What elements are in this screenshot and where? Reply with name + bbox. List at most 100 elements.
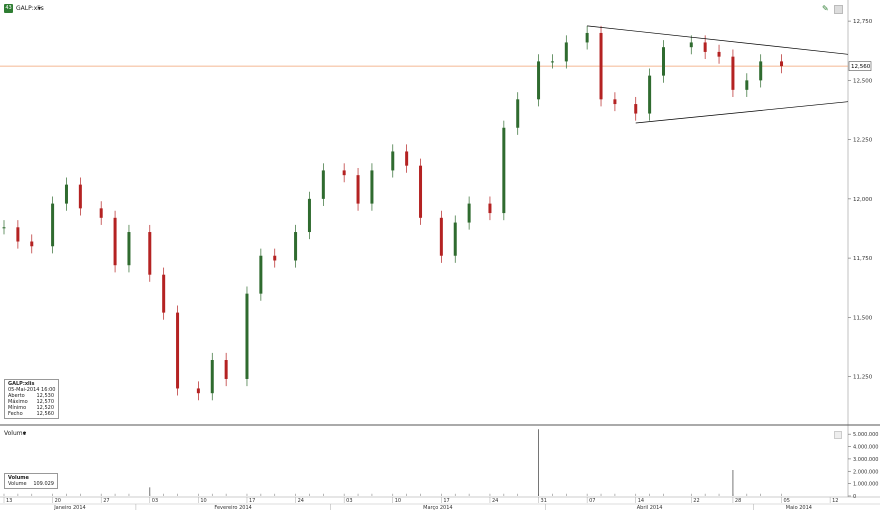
y-tick-label: 12,250 xyxy=(853,138,873,144)
candle-body xyxy=(176,312,180,389)
candle-body xyxy=(162,274,166,313)
candle-body xyxy=(634,104,638,114)
volume-y-tick-label: 4.000.000 xyxy=(853,445,878,451)
candle-body xyxy=(245,293,249,379)
candle-body xyxy=(391,151,395,171)
volume-y-tick-label: 5.000.000 xyxy=(853,432,878,438)
month-label: Maio 2014 xyxy=(786,505,812,510)
symbol-icon-badge: 43 xyxy=(5,5,12,11)
chart-window: 12,750 12,500 12,250 12,000 11,750 11,500 11,2… xyxy=(0,0,880,510)
symbol-dropdown-icon[interactable]: ▾ xyxy=(38,5,41,12)
candle-body xyxy=(210,360,214,394)
candle-body xyxy=(537,61,541,100)
candle-body xyxy=(613,99,617,105)
volume-legend: Volume Volume 109.029 xyxy=(4,473,58,489)
x-tick-label: 22 xyxy=(693,498,699,504)
candle-body xyxy=(516,99,520,128)
candle-body xyxy=(488,203,492,214)
volume-y-tick-label: 2.000.000 xyxy=(853,469,878,475)
volume-y-tick-label: 0 xyxy=(853,494,856,500)
candle-body xyxy=(689,42,693,48)
volume-y-tick-label: 1.000.000 xyxy=(853,482,878,488)
x-tick-label: 24 xyxy=(492,498,498,504)
candle-body xyxy=(405,151,409,166)
x-tick-label: 03 xyxy=(346,498,352,504)
candle-body xyxy=(273,255,277,261)
x-tick-label: 20 xyxy=(55,498,61,504)
x-tick-label: 12 xyxy=(832,498,838,504)
x-tick-label: 07 xyxy=(589,498,595,504)
candle-body xyxy=(64,184,68,204)
candle-body xyxy=(294,232,298,261)
candle-body xyxy=(599,32,603,100)
volume-legend-label: Volume xyxy=(8,481,27,487)
candle-body xyxy=(196,388,200,394)
candle-body xyxy=(127,232,131,266)
candle-body xyxy=(662,47,666,76)
candle-body xyxy=(224,360,228,379)
x-tick-label: 10 xyxy=(395,498,401,504)
candle-body xyxy=(502,127,506,214)
x-tick-label: 05 xyxy=(784,498,790,504)
y-tick-label: 11,750 xyxy=(853,256,873,262)
x-tick-label: 17 xyxy=(249,498,255,504)
symbol-icon[interactable]: 43 xyxy=(4,4,13,13)
candle-body xyxy=(550,61,554,63)
trendline-upper xyxy=(587,25,849,55)
drawing-tool-icon[interactable]: ✎ xyxy=(822,4,831,13)
candle-body xyxy=(259,255,263,294)
candle-body xyxy=(467,203,471,223)
candle-body xyxy=(780,61,784,67)
month-label: Janeiro 2014 xyxy=(53,505,86,510)
candle-body xyxy=(148,232,152,275)
x-tick-label: 17 xyxy=(443,498,449,504)
price-legend: GALP:xlis 05-Mai-2014 16:00 Aberto 12,530… xyxy=(4,379,60,419)
candle-body xyxy=(419,165,423,218)
x-tick-label: 27 xyxy=(103,498,109,504)
candle-body xyxy=(356,175,360,204)
candle-body xyxy=(453,222,457,256)
candle-body xyxy=(342,170,346,176)
month-label: Abril 2014 xyxy=(637,505,663,510)
candle-body xyxy=(113,217,117,266)
volume-settings-square-icon[interactable] xyxy=(834,431,842,439)
candle-body xyxy=(2,227,6,229)
x-tick-label: 14 xyxy=(638,498,644,504)
x-tick-label: 31 xyxy=(541,498,547,504)
month-label: Março 2014 xyxy=(423,505,452,510)
candle-body xyxy=(717,51,721,57)
candle-body xyxy=(564,42,568,62)
trendline-lower xyxy=(635,101,849,124)
candle-body xyxy=(439,217,443,256)
x-tick-label: 03 xyxy=(152,498,158,504)
month-label: Fevereiro 2014 xyxy=(214,505,251,510)
y-tick-label: 11,250 xyxy=(853,375,873,381)
candle-body xyxy=(30,241,34,247)
x-tick-label: 10 xyxy=(200,498,206,504)
candle-body xyxy=(307,198,311,233)
y-tick-label: 12,500 xyxy=(853,78,873,84)
candle-body xyxy=(370,170,374,204)
volume-legend-value: 109.029 xyxy=(33,481,54,487)
candle-body xyxy=(99,208,103,218)
candle-body xyxy=(731,56,735,90)
candle-body xyxy=(745,80,749,90)
x-tick-label: 28 xyxy=(735,498,741,504)
x-tick-label: 13 xyxy=(6,498,12,504)
settings-square-icon[interactable] xyxy=(834,5,843,14)
candle-body xyxy=(585,32,589,43)
x-tick-label: 24 xyxy=(298,498,304,504)
candle-body xyxy=(78,184,82,209)
candle-body xyxy=(648,75,652,114)
candle-body xyxy=(759,61,763,81)
legend-value: 12,560 xyxy=(36,411,55,417)
candle-body xyxy=(16,227,20,242)
current-price-label: 12,560 xyxy=(851,64,871,70)
volume-y-tick-label: 3.000.000 xyxy=(853,457,878,463)
candle-body xyxy=(321,170,325,199)
candle-body xyxy=(703,42,707,52)
chart-canvas: 12,750 12,500 12,250 12,000 11,750 11,500 11,2… xyxy=(0,0,880,510)
y-tick-label: 12,750 xyxy=(853,19,873,25)
volume-dropdown-icon[interactable]: ▾ xyxy=(23,430,26,437)
candle-body xyxy=(51,203,55,247)
